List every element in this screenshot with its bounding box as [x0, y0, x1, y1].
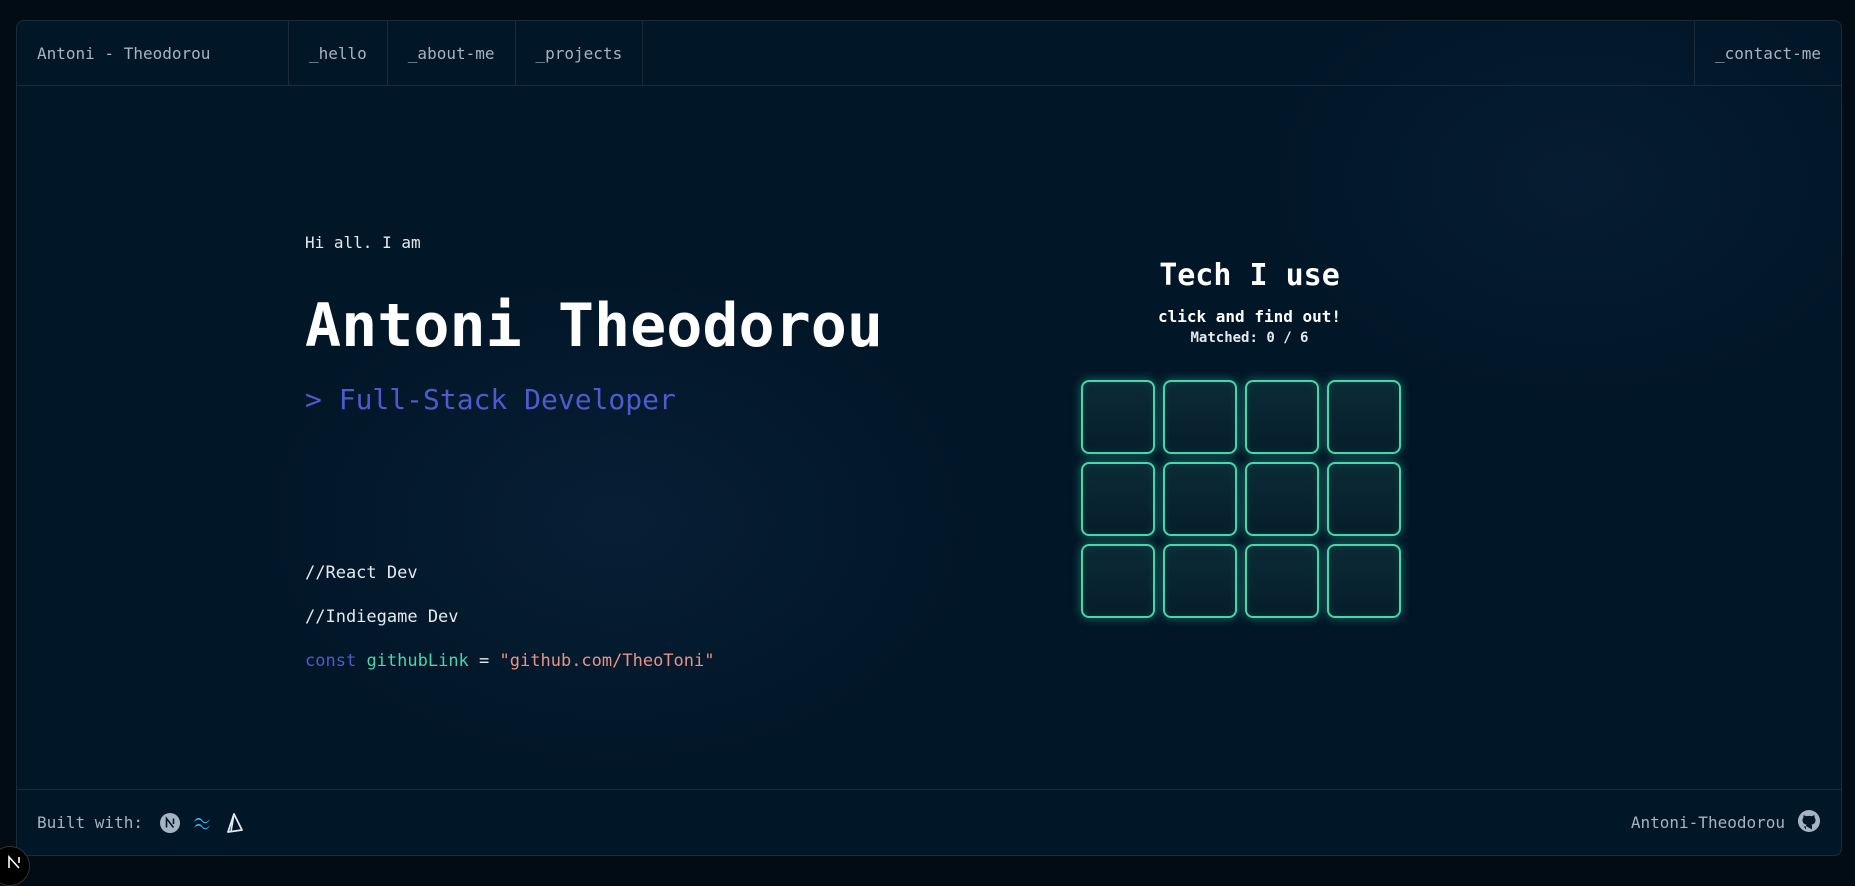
- memory-card[interactable]: [1245, 462, 1319, 536]
- code-variable: githubLink: [366, 651, 469, 671]
- memory-card[interactable]: [1081, 462, 1155, 536]
- memory-card[interactable]: [1081, 544, 1155, 618]
- portfolio-window: Antoni - Theodorou _hello _about-me _pro…: [16, 20, 1842, 856]
- top-navigation: Antoni - Theodorou _hello _about-me _pro…: [17, 21, 1841, 86]
- memory-card[interactable]: [1327, 544, 1401, 618]
- nav-tab-about-me[interactable]: _about-me: [388, 21, 516, 85]
- memory-card[interactable]: [1163, 544, 1237, 618]
- hero-role: > Full-Stack Developer: [305, 383, 676, 416]
- nextjs-badge-icon: [8, 855, 20, 869]
- memory-card-grid: [1081, 380, 1401, 618]
- game-score: Matched: 0 / 6: [1190, 330, 1309, 346]
- brand-name: Antoni - Theodorou: [17, 21, 289, 85]
- memory-card[interactable]: [1163, 462, 1237, 536]
- tailwind-icon: [191, 812, 213, 834]
- code-equals: =: [479, 651, 490, 671]
- memory-card[interactable]: [1081, 380, 1155, 454]
- memory-game-header: Tech I use click and find out! Matched: …: [1082, 258, 1417, 346]
- github-icon: [1797, 809, 1821, 837]
- comment-react-dev: //React Dev: [305, 563, 418, 583]
- github-link[interactable]: "github.com/TheoToni": [500, 651, 715, 671]
- hero-intro: Hi all. I am: [305, 233, 421, 252]
- nav-tab-contact-me[interactable]: _contact-me: [1694, 21, 1841, 85]
- comment-indiegame-dev: //Indiegame Dev: [305, 607, 459, 627]
- memory-card[interactable]: [1327, 380, 1401, 454]
- footer: Built with: Antoni-Theodorou: [17, 789, 1841, 855]
- memory-card[interactable]: [1163, 380, 1237, 454]
- code-comments: //React Dev //Indiegame Dev const github…: [305, 551, 714, 683]
- game-title: Tech I use: [1159, 258, 1340, 293]
- github-code-line: const githubLink = "github.com/TheoToni": [305, 639, 714, 683]
- memory-card[interactable]: [1327, 462, 1401, 536]
- game-subtitle: click and find out!: [1157, 307, 1342, 326]
- github-profile-link[interactable]: Antoni-Theodorou: [1631, 809, 1821, 837]
- built-with-label: Built with:: [37, 813, 143, 832]
- hero-name: Antoni Theodorou: [305, 291, 883, 361]
- prisma-icon: [223, 812, 245, 834]
- tech-icons: [159, 812, 245, 834]
- github-username: Antoni-Theodorou: [1630, 813, 1785, 832]
- greeting-text: Hi all. I am: [305, 233, 421, 252]
- header-spacer: [643, 21, 1694, 85]
- memory-card[interactable]: [1245, 544, 1319, 618]
- nextjs-icon: [159, 812, 181, 834]
- nav-tab-hello[interactable]: _hello: [289, 21, 388, 85]
- nav-tab-projects[interactable]: _projects: [516, 21, 644, 85]
- memory-card[interactable]: [1245, 380, 1319, 454]
- code-keyword: const: [305, 651, 357, 671]
